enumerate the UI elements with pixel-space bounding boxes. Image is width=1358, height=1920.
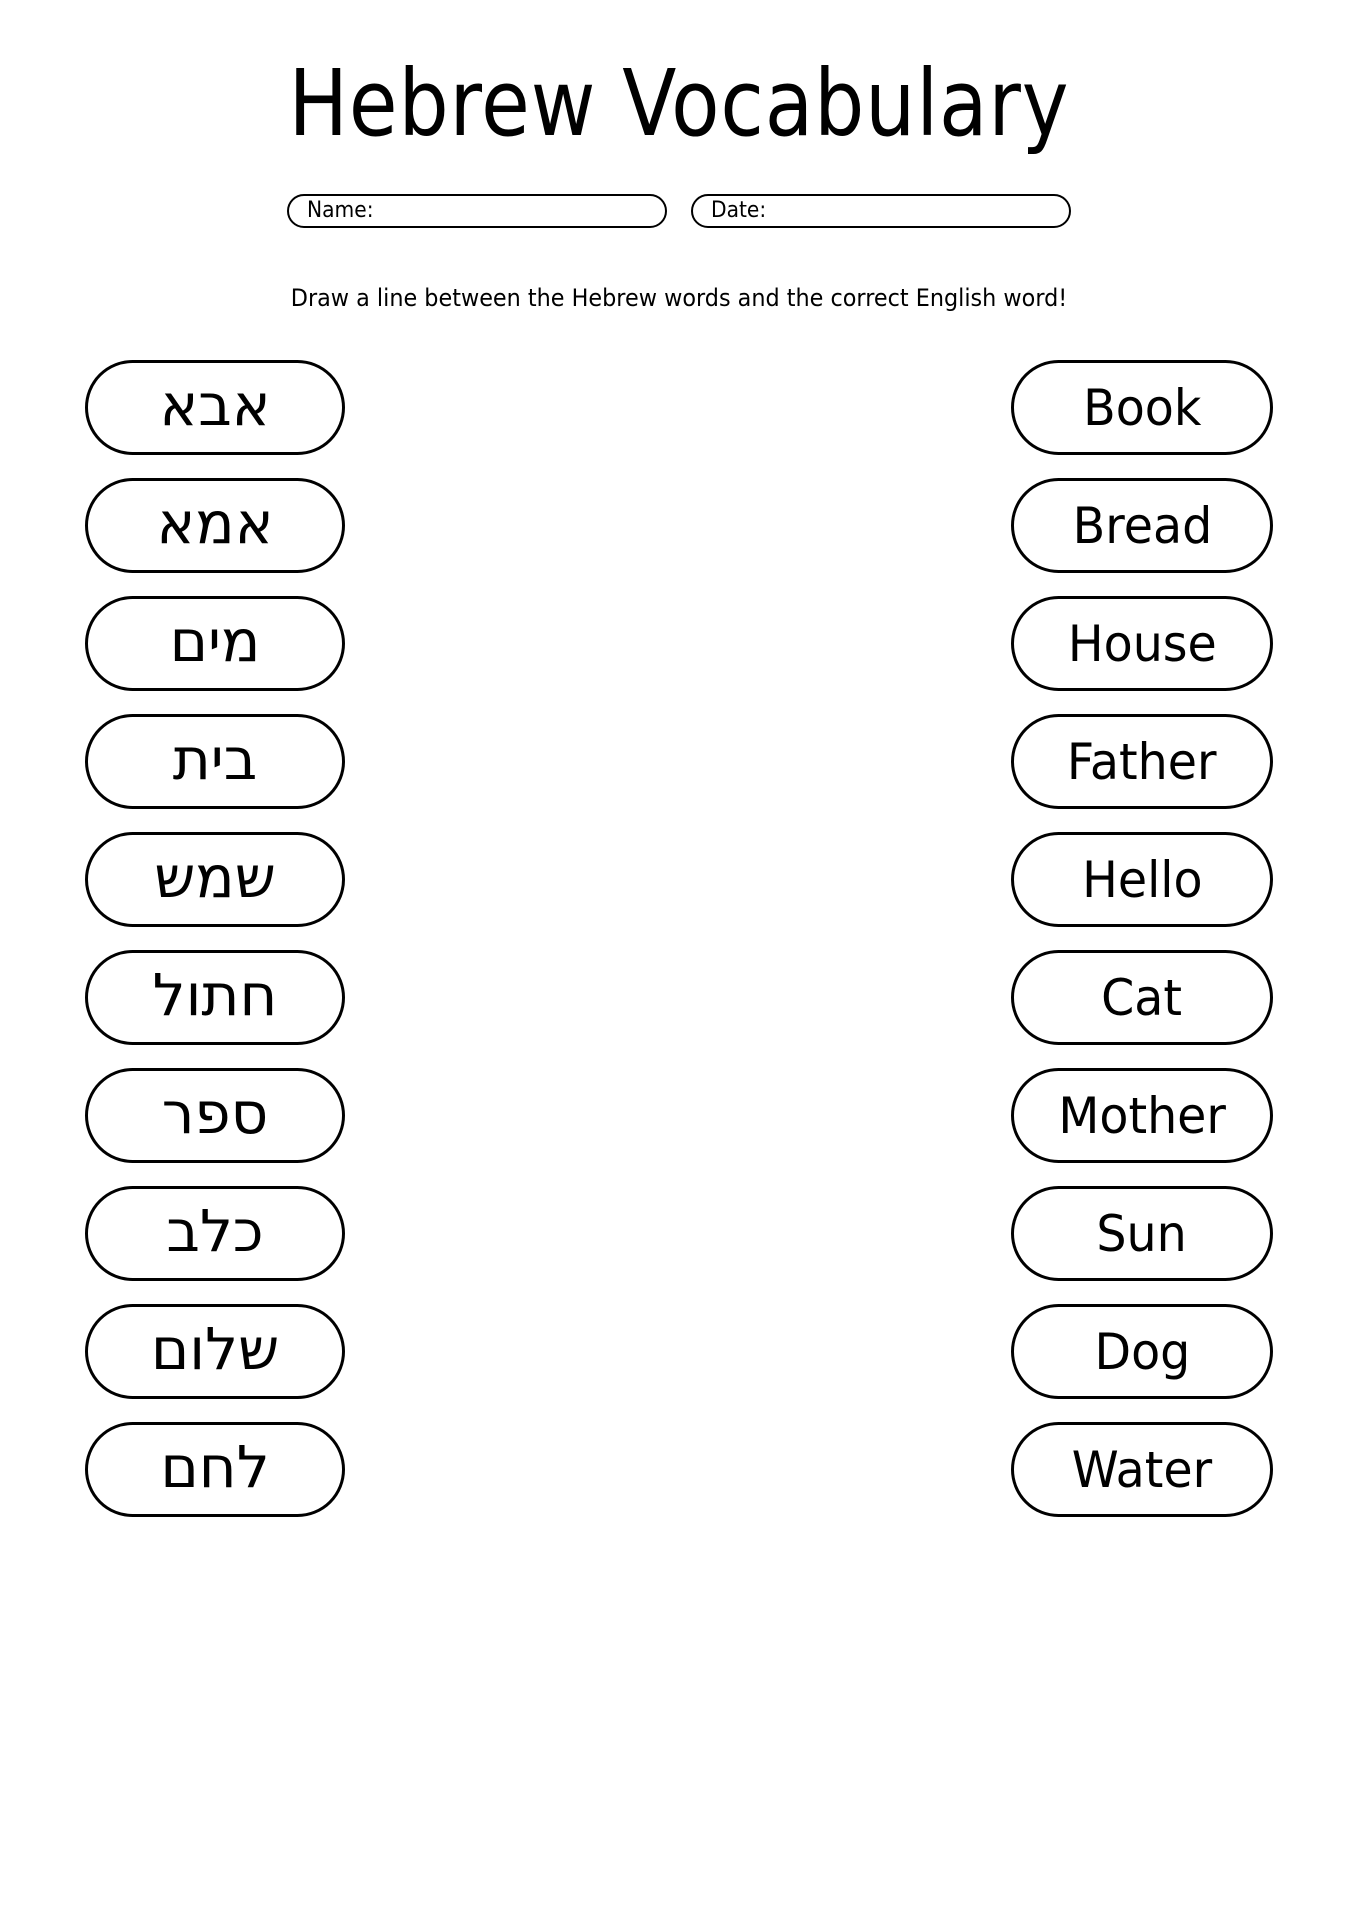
date-field[interactable]: Date: — [691, 194, 1071, 228]
hebrew-word-card[interactable]: אבא — [85, 360, 345, 455]
english-word-label: Cat — [1101, 968, 1183, 1027]
hebrew-word-label: שמש — [154, 842, 276, 911]
hebrew-word-card[interactable]: בלכ — [85, 1186, 345, 1281]
hebrew-word-label: םימ — [169, 606, 261, 675]
english-word-card[interactable]: Hello — [1011, 832, 1273, 927]
matching-columns: אבא אמא םימ תיב שמש לותח רפס בלכ םולש םח… — [0, 312, 1358, 1517]
hebrew-word-card[interactable]: רפס — [85, 1068, 345, 1163]
english-word-card[interactable]: Mother — [1011, 1068, 1273, 1163]
english-word-card[interactable]: Dog — [1011, 1304, 1273, 1399]
english-word-label: Father — [1067, 732, 1217, 791]
hebrew-word-label: אבא — [159, 370, 271, 439]
hebrew-column: אבא אמא םימ תיב שמש לותח רפס בלכ םולש םח… — [85, 360, 345, 1517]
hebrew-word-card[interactable]: תיב — [85, 714, 345, 809]
english-word-card[interactable]: House — [1011, 596, 1273, 691]
date-field-label: Date: — [711, 198, 767, 223]
english-word-label: Sun — [1096, 1204, 1188, 1263]
hebrew-word-label: םולש — [150, 1314, 280, 1383]
hebrew-word-label: לותח — [152, 960, 278, 1029]
hebrew-word-card[interactable]: םימ — [85, 596, 345, 691]
hebrew-word-label: בלכ — [166, 1196, 264, 1265]
english-word-label: Book — [1082, 378, 1202, 437]
worksheet-page: Hebrew Vocabulary Name: Date: Draw a lin… — [0, 0, 1358, 1920]
hebrew-word-label: םחל — [160, 1432, 270, 1501]
english-word-card[interactable]: Water — [1011, 1422, 1273, 1517]
hebrew-word-label: רפס — [161, 1078, 269, 1147]
english-word-card[interactable]: Book — [1011, 360, 1273, 455]
english-word-label: Hello — [1081, 850, 1203, 909]
hebrew-word-card[interactable]: אמא — [85, 478, 345, 573]
hebrew-word-card[interactable]: שמש — [85, 832, 345, 927]
english-word-card[interactable]: Cat — [1011, 950, 1273, 1045]
hebrew-word-label: תיב — [172, 724, 258, 793]
name-field[interactable]: Name: — [287, 194, 667, 228]
english-word-card[interactable]: Sun — [1011, 1186, 1273, 1281]
hebrew-word-card[interactable]: לותח — [85, 950, 345, 1045]
english-word-card[interactable]: Father — [1011, 714, 1273, 809]
hebrew-word-label: אמא — [156, 488, 274, 557]
hebrew-word-card[interactable]: םחל — [85, 1422, 345, 1517]
english-word-card[interactable]: Bread — [1011, 478, 1273, 573]
english-word-label: Bread — [1072, 496, 1212, 555]
meta-row: Name: Date: — [0, 194, 1358, 228]
english-word-label: Dog — [1094, 1322, 1190, 1381]
english-word-label: Mother — [1058, 1086, 1226, 1145]
english-word-label: Water — [1071, 1440, 1213, 1499]
page-title: Hebrew Vocabulary — [288, 50, 1070, 157]
name-field-label: Name: — [307, 198, 374, 223]
english-word-label: House — [1067, 614, 1217, 673]
hebrew-word-card[interactable]: םולש — [85, 1304, 345, 1399]
english-column: Book Bread House Father Hello Cat Mother… — [1011, 360, 1273, 1517]
instruction-text: Draw a line between the Hebrew words and… — [290, 284, 1068, 312]
